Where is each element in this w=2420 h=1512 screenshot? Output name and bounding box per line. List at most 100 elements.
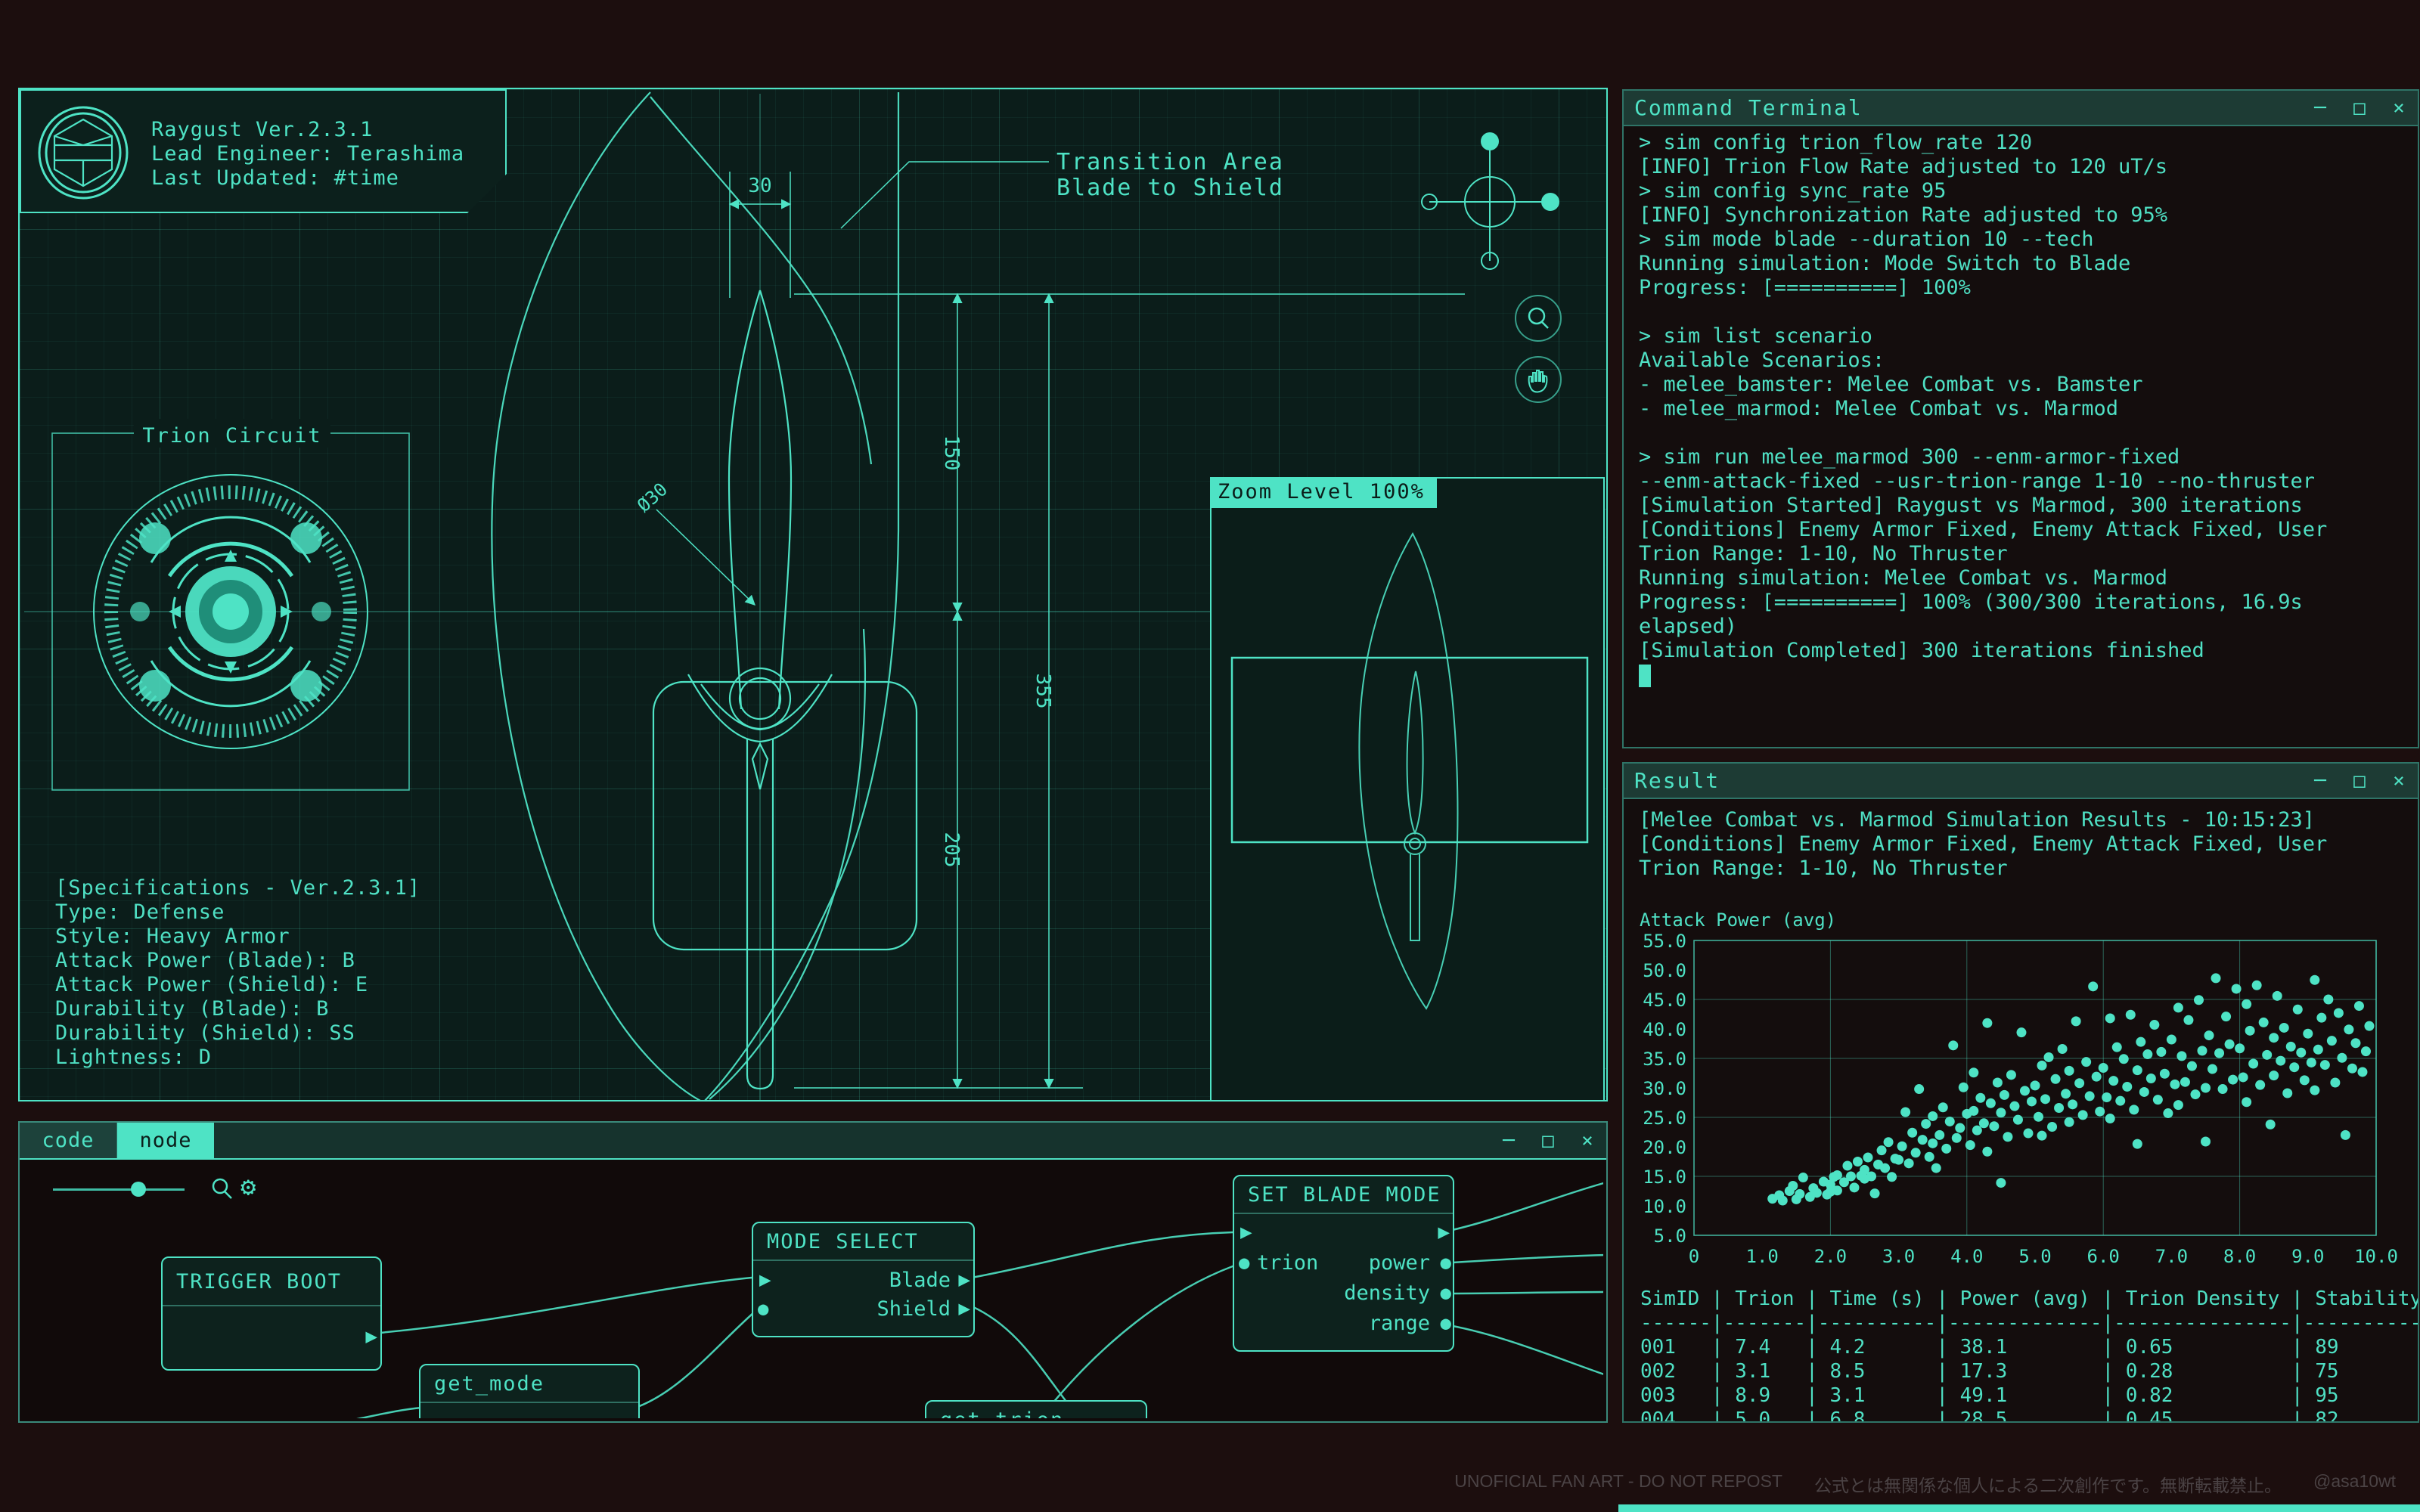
node-canvas[interactable]: ⚙ TRIGGER BOOT ▶ MODE SELECT ▶ Blade ▶ [20,1160,1603,1418]
node-mode-select[interactable]: MODE SELECT ▶ Blade ▶ ● Shield ▶ [752,1222,975,1337]
maximize-button[interactable]: □ [2350,770,2369,792]
zoom-slider[interactable] [53,1188,185,1191]
output-label: power [1369,1251,1430,1275]
svg-text:9.0: 9.0 [2291,1246,2324,1267]
svg-text:8.0: 8.0 [2223,1246,2256,1267]
exec-out-port[interactable]: ▶ [365,1325,377,1348]
node-set-blade-mode[interactable]: SET BLADE MODE ▶ ▶ ● trion power ● densi… [1233,1175,1454,1352]
close-button[interactable]: × [1578,1129,1597,1152]
gizmo-y-label: Y [1547,197,1555,212]
tab-node[interactable]: node [117,1123,214,1158]
close-button[interactable]: × [2389,770,2409,792]
command-terminal-window: Command Terminal ─ □ × > sim config trio… [1622,89,2419,748]
terminal-lines: > sim config trion_flow_rate 120[INFO] T… [1639,131,2418,663]
svg-text:0: 0 [1689,1246,1699,1267]
close-button[interactable]: × [2389,97,2409,119]
doc-title: Raygust Ver.2.3.1 [151,118,373,141]
svg-text:45.0: 45.0 [1643,990,1686,1011]
svg-text:55.0: 55.0 [1643,931,1686,952]
result-table: SimID | Trion | Time (s) | Power (avg) |… [1640,1287,2418,1421]
shield-out-port[interactable]: ▶ [958,1297,970,1320]
footer-disclaimer: UNOFICIAL FAN ART - DO NOT REPOST 公式とは無関… [1454,1471,2396,1497]
raygust-cad-app: 30 150 205 355 Ø30 Trion Circuit Transit… [0,0,2420,1512]
data-in-port[interactable]: ● [425,1412,436,1418]
pan-tool-button[interactable] [1515,356,1562,403]
border-logo-icon [36,106,130,200]
dim-width-label: 30 [748,175,771,197]
output-label: density [1344,1281,1430,1305]
svg-text:10.0: 10.0 [2354,1246,2398,1267]
terminal-cursor [1639,665,1651,687]
output-label: Shield [876,1297,951,1321]
result-titlebar[interactable]: Result ─ □ × [1624,764,2418,799]
doc-last-updated: Last Updated: #time [151,166,399,190]
data-out-port[interactable]: ● [626,1412,637,1418]
svg-text:10.0: 10.0 [1643,1196,1686,1217]
trion-circuit-diagram [94,475,368,748]
footer-disclaimer-jp: 公式とは無関係な個人による二次創作です。無断転載禁止。 [1814,1471,2282,1497]
data-in-port[interactable]: ● [758,1298,768,1319]
svg-text:30.0: 30.0 [1643,1078,1686,1099]
node-get-trion[interactable]: get_trion [925,1400,1147,1418]
svg-text:4.0: 4.0 [1950,1246,1983,1267]
trion-circuit-label: Trion Circuit [142,424,321,448]
power-out-port[interactable]: ● [1441,1252,1451,1273]
terminal-title: Command Terminal [1634,95,1863,120]
svg-text:1.0: 1.0 [1746,1246,1779,1267]
node-title: get_mode [420,1365,638,1403]
gear-icon[interactable]: ⚙ [240,1172,256,1202]
bottom-edge-strip [1618,1504,2420,1512]
tab-code[interactable]: code [20,1123,117,1158]
range-out-port[interactable]: ● [1441,1312,1451,1334]
output-label: Blade [889,1269,951,1292]
annotation-line2: Blade to Shield [1056,175,1284,201]
blade-out-port[interactable]: ▶ [958,1269,970,1291]
footer-handle: @asa10wt [2313,1471,2396,1497]
svg-text:7.0: 7.0 [2155,1246,2188,1267]
blade-outline [653,290,917,1089]
svg-text:5.0: 5.0 [1654,1225,1686,1247]
trion-in-port[interactable]: ● [1239,1252,1249,1273]
zoom-slider-knob[interactable] [131,1182,146,1197]
axis-gizmo[interactable] [1422,132,1559,269]
terminal-titlebar[interactable]: Command Terminal ─ □ × [1624,91,2418,126]
zoom-level-badge: Zoom Level 100% [1210,477,1437,508]
result-window: Result ─ □ × [Melee Combat vs. Marmod Si… [1622,762,2419,1423]
hand-icon [1525,366,1552,393]
minimap-panel: Zoom Level 100% [1210,477,1605,1101]
minimize-button[interactable]: ─ [1499,1129,1519,1152]
minimize-button[interactable]: ─ [2310,97,2330,119]
annotation-line1: Transition Area [1056,149,1284,175]
node-title: get_trion [926,1402,1146,1418]
zoom-tool-button[interactable] [1515,295,1562,342]
dim-lower-label: 205 [940,832,963,868]
blueprint-viewport[interactable]: 30 150 205 355 Ø30 Trion Circuit Transit… [18,88,1608,1101]
search-icon[interactable] [209,1176,235,1202]
svg-text:6.0: 6.0 [2087,1246,2120,1267]
doc-engineer: Lead Engineer: Terashima [151,142,464,166]
maximize-button[interactable]: □ [1538,1129,1558,1152]
maximize-button[interactable]: □ [2350,97,2369,119]
svg-text:50.0: 50.0 [1643,960,1686,981]
node-get-mode[interactable]: get_mode ● ● [419,1364,640,1418]
node-editor-panel: code node ─ □ × [18,1121,1608,1423]
density-out-port[interactable]: ● [1441,1282,1451,1303]
result-body: [Melee Combat vs. Marmod Simulation Resu… [1624,799,2418,1421]
terminal-output[interactable]: > sim config trion_flow_rate 120[INFO] T… [1624,126,2418,747]
node-title: TRIGGER BOOT [163,1258,380,1306]
node-trigger-boot[interactable]: TRIGGER BOOT ▶ [161,1256,382,1371]
exec-out-port[interactable]: ▶ [1438,1221,1450,1244]
output-label: range [1369,1312,1430,1335]
minimize-button[interactable]: ─ [2310,770,2330,792]
specifications-text: [Specifications - Ver.2.3.1]Type: Defens… [55,876,420,1070]
footer-disclaimer-en: UNOFICIAL FAN ART - DO NOT REPOST [1454,1471,1782,1497]
input-label: trion [1257,1251,1318,1275]
svg-text:25.0: 25.0 [1643,1108,1686,1129]
exec-in-port[interactable]: ▶ [1240,1221,1252,1244]
svg-text:15.0: 15.0 [1643,1167,1686,1188]
exec-in-port[interactable]: ▶ [759,1269,771,1291]
svg-text:5.0: 5.0 [2018,1246,2051,1267]
svg-text:2.0: 2.0 [1814,1246,1847,1267]
search-icon [1525,305,1552,332]
svg-text:20.0: 20.0 [1643,1137,1686,1158]
